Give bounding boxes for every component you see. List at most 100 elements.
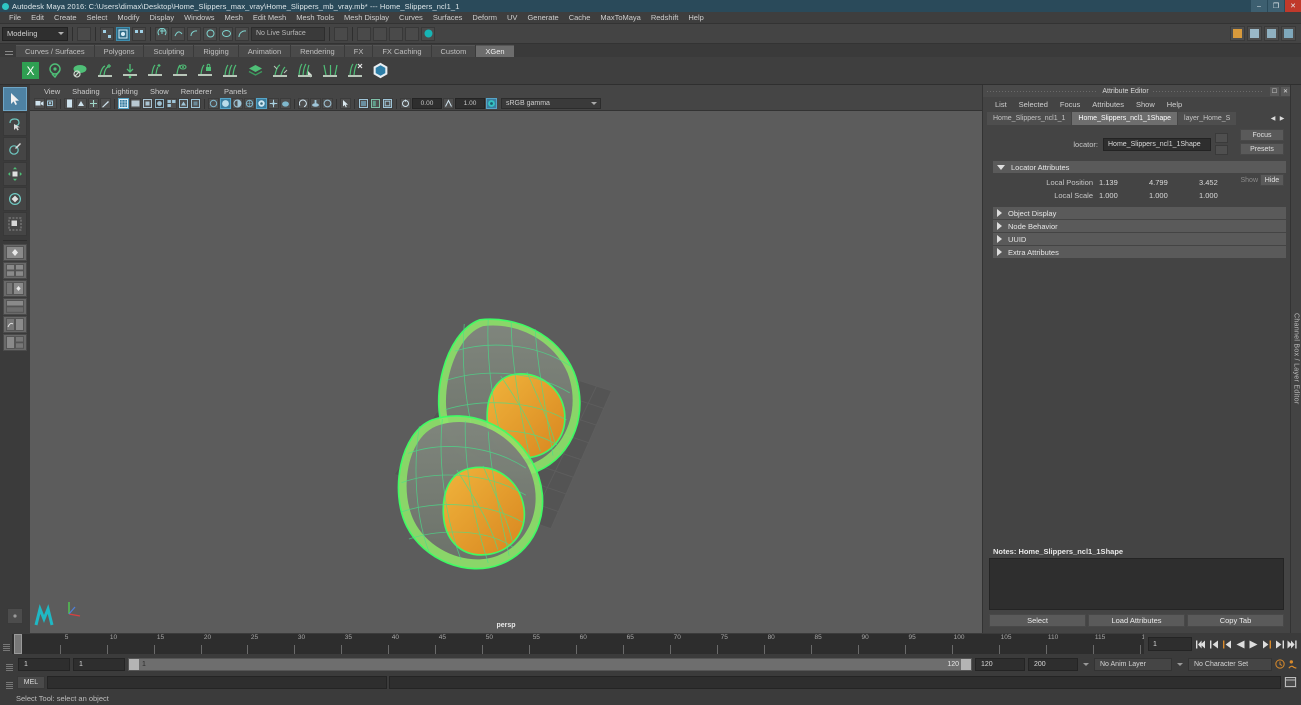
menu-curves[interactable]: Curves [394,13,428,22]
quick-layout-outliner-persp-icon[interactable] [3,280,27,297]
menu-maxtomaya[interactable]: MaxToMaya [595,13,645,22]
two-d-pan-zoom-icon[interactable] [88,98,99,109]
show-hide-editor-3-icon[interactable] [389,26,403,41]
shelf-tab-custom[interactable]: Custom [431,45,476,57]
shelf-tab-rigging[interactable]: Rigging [194,45,238,57]
shadows-icon[interactable] [178,98,189,109]
camera-attributes-icon[interactable] [46,98,57,109]
color-management-selector[interactable]: sRGB gamma [501,98,601,109]
anim-layer-selector[interactable]: No Anim Layer [1094,657,1172,671]
current-time-indicator[interactable] [14,634,22,654]
select-tool-icon[interactable] [3,87,27,111]
quick-layout-graph-editor-icon[interactable] [3,316,27,333]
presets-button[interactable]: Presets [1240,143,1284,155]
menu-display[interactable]: Display [145,13,180,22]
close-panel-icon[interactable]: ✕ [1281,86,1290,96]
guide-visibility-icon[interactable] [170,61,190,81]
quick-layout-custom-icon[interactable] [3,334,27,351]
ae-menu-help[interactable]: Help [1161,100,1188,109]
snap-to-projected-center-icon[interactable] [203,26,217,41]
show-hide-editor-1-icon[interactable] [357,26,371,41]
ae-tab-0[interactable]: Home_Slippers_ncl1_1 [987,111,1072,125]
menu-file[interactable]: File [4,13,26,22]
focus-button[interactable]: Focus [1240,129,1284,141]
gamma-icon[interactable] [443,98,454,109]
menu-windows[interactable]: Windows [179,13,219,22]
load-attributes-button[interactable]: Load Attributes [1088,614,1185,627]
quick-layout-hypershade-icon[interactable] [3,298,27,315]
quick-layout-four-view-icon[interactable] [3,262,27,279]
script-language-button[interactable]: MEL [17,675,45,689]
shelf-grip-handle[interactable] [2,45,16,57]
grease-pencil-icon[interactable] [100,98,111,109]
maximize-button[interactable]: ❐ [1268,0,1284,12]
make-live-icon[interactable] [235,26,249,41]
depth-of-field-icon[interactable] [232,98,243,109]
attr-value-z[interactable]: 1.000 [1199,191,1249,200]
range-slider-left-handle[interactable] [129,658,139,670]
notes-text-area[interactable] [989,558,1284,610]
section-header-object-display[interactable]: Object Display [993,207,1286,219]
chevron-down-icon[interactable] [1083,662,1089,666]
time-slider-grip[interactable] [0,634,12,654]
texture-display-icon[interactable] [154,98,165,109]
snap-to-point-icon[interactable] [187,26,201,41]
play-backwards-icon[interactable] [1235,639,1245,650]
animation-start-field[interactable]: 1 [18,657,70,671]
menu-redshift[interactable]: Redshift [646,13,684,22]
show-hide-editor-2-icon[interactable] [373,26,387,41]
select-camera-icon[interactable] [34,98,45,109]
select-by-component-type-icon[interactable] [132,26,146,41]
range-slider-grip[interactable] [3,654,15,674]
xgen-hex-logo-icon[interactable] [370,61,390,81]
viewport-menu-view[interactable]: View [38,87,66,96]
undock-panel-icon[interactable]: ☐ [1270,86,1279,96]
menu-set-selector[interactable]: Modeling [2,26,68,41]
section-header-node-behavior[interactable]: Node Behavior [993,220,1286,232]
menu-mesh-display[interactable]: Mesh Display [339,13,394,22]
hide-button[interactable]: Hide [1260,174,1284,186]
command-line-grip[interactable] [3,672,15,692]
select-button[interactable]: Select [989,614,1086,627]
paint-selection-tool-icon[interactable] [3,137,27,161]
copy-tab-button[interactable]: Copy Tab [1187,614,1284,627]
attr-value-x[interactable]: 1.139 [1099,178,1149,187]
wireframe-shading-icon[interactable] [118,98,129,109]
ae-menu-show[interactable]: Show [1130,100,1161,109]
shelf-tab-animation[interactable]: Animation [238,45,291,57]
attr-value-x[interactable]: 1.000 [1099,191,1149,200]
chevron-down-icon[interactable] [1177,662,1183,666]
menu-mesh-tools[interactable]: Mesh Tools [291,13,339,22]
go-to-end-icon[interactable] [1287,639,1297,650]
node-name-field[interactable]: Home_Slippers_ncl1_1Shape [1103,137,1211,151]
auto-keyframe-toggle-icon[interactable] [1275,659,1285,670]
toggle-channel-box-icon[interactable] [1264,26,1279,41]
step-back-key-icon[interactable] [1209,639,1219,650]
exposure-reset-icon[interactable] [298,98,309,109]
menu-surfaces[interactable]: Surfaces [428,13,468,22]
animation-end-field[interactable]: 200 [1028,657,1078,671]
menu-modify[interactable]: Modify [112,13,144,22]
toggle-tool-settings-icon[interactable] [1247,26,1262,41]
guide-spread-icon[interactable] [320,61,340,81]
viewport-menu-lighting[interactable]: Lighting [106,87,144,96]
guide-select-icon[interactable] [295,61,315,81]
menu-create[interactable]: Create [49,13,82,22]
attr-value-y[interactable]: 4.799 [1149,178,1199,187]
show-label[interactable]: Show [1240,177,1258,184]
render-view-icon[interactable] [421,26,435,41]
guide-delete-icon[interactable] [345,61,365,81]
select-by-object-type-icon[interactable] [116,26,130,41]
viewport-menu-renderer[interactable]: Renderer [175,87,218,96]
play-forwards-icon[interactable] [1248,639,1258,650]
menu-edit-mesh[interactable]: Edit Mesh [248,13,291,22]
ae-tab-1[interactable]: Home_Slippers_ncl1_1Shape [1072,111,1178,125]
move-tool-icon[interactable] [3,162,27,186]
persp-viewport[interactable]: persp [30,111,982,633]
grid-book-icon[interactable] [64,98,75,109]
color-management-toggle-icon[interactable] [486,98,497,109]
screen-space-ao-icon[interactable] [190,98,201,109]
menu-generate[interactable]: Generate [522,13,563,22]
character-set-selector[interactable]: No Character Set [1188,657,1272,671]
isolate-select-icon[interactable] [310,98,321,109]
